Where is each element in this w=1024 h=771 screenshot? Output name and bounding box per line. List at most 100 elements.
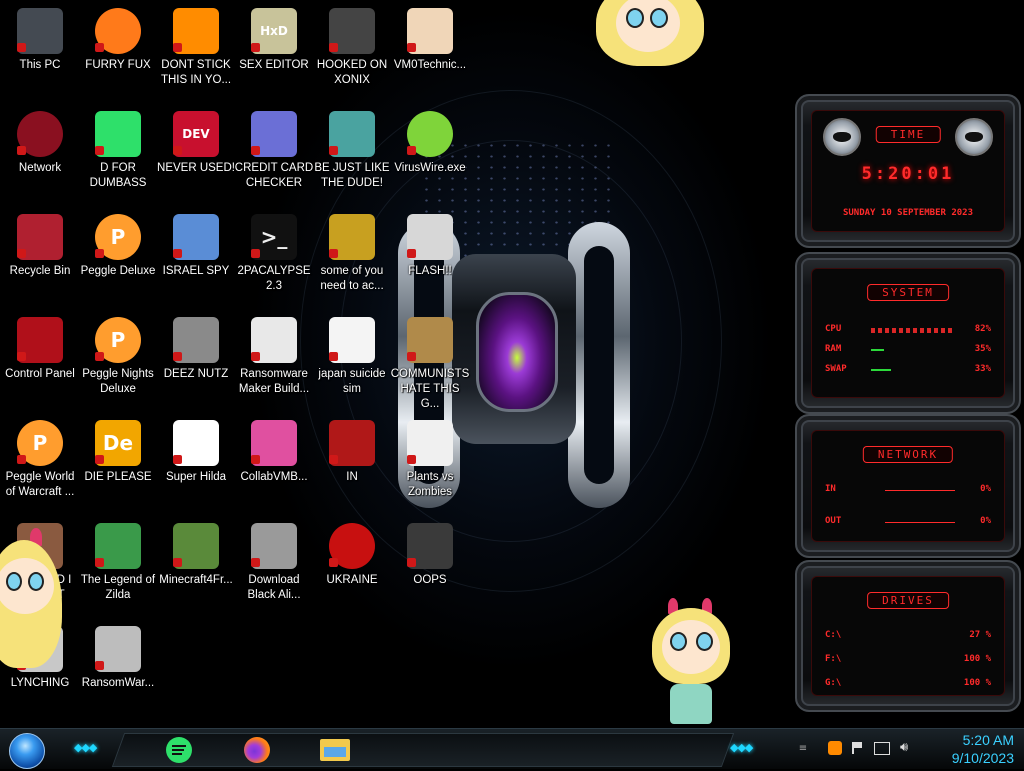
desktop-icon[interactable]: Ransomware Maker Build...	[234, 311, 314, 411]
desktop-icon[interactable]: >_ 2PACALYPSE 2.3	[234, 208, 314, 308]
shortcut-shield-icon	[251, 43, 260, 52]
shortcut-shield-icon	[95, 455, 104, 464]
shortcut-shield-icon	[17, 249, 26, 258]
desktop-icon[interactable]: Plants vs Zombies	[390, 414, 470, 514]
desktop-icon-label: Control Panel	[5, 368, 75, 380]
desktop-icon[interactable]: RansomWar...	[78, 620, 158, 720]
radiation-icon	[329, 523, 375, 569]
desktop-icon[interactable]: Control Panel	[0, 311, 80, 411]
shortcut-shield-icon	[251, 146, 260, 155]
system-widget[interactable]: SYSTEM CPU 82% RAM 35% SWAP 33%	[795, 252, 1021, 414]
desktop-icon-label: COMMUNISTS HATE THIS G...	[390, 368, 470, 410]
flower-icon	[407, 420, 453, 466]
desktop-icon[interactable]: BE JUST LIKE THE DUDE!	[312, 105, 392, 205]
desktop-icon[interactable]: Recycle Bin	[0, 208, 80, 308]
desktop: This PC FURRY FUX DONT STICK THIS IN YO...…	[0, 0, 1024, 728]
character-decoration-top	[592, 0, 708, 68]
desktop-icon[interactable]: ISRAEL SPY	[156, 208, 236, 308]
system-cpu-row: CPU 82%	[825, 324, 991, 338]
desktop-icon[interactable]: The Legend of Zilda	[78, 517, 158, 617]
desktop-icon[interactable]: japan suicide sim	[312, 311, 392, 411]
desktop-icon-label: This PC	[19, 59, 61, 71]
desktop-icon[interactable]: FLASH!!	[390, 208, 470, 308]
desktop-icon[interactable]: DEEZ NUTZ	[156, 311, 236, 411]
desktop-icon[interactable]: Minecraft4Fr...	[156, 517, 236, 617]
drive-f-label: F:\	[825, 654, 842, 664]
desktop-icon[interactable]: P Peggle World of Warcraft ...	[0, 414, 80, 514]
volume-icon[interactable]: 🔊︎	[900, 740, 908, 755]
desktop-icon-label: D FOR DUMBASS	[89, 162, 147, 189]
de-icon: De	[95, 420, 141, 466]
desktop-icon[interactable]: CREDIT CARD CHECKER	[234, 105, 314, 205]
desktop-icon[interactable]: This PC	[0, 2, 80, 102]
desktop-icon-label: Super Hilda	[165, 471, 227, 483]
collabvm-icon	[251, 420, 297, 466]
desktop-icon-label: SEX EDITOR	[239, 59, 309, 71]
wallpaper-right-bracket	[568, 222, 630, 508]
desktop-icon[interactable]: Network	[0, 105, 80, 205]
shortcut-shield-icon	[95, 146, 104, 155]
desktop-icon[interactable]: COMMUNISTS HATE THIS G...	[390, 311, 470, 411]
system-widget-title: SYSTEM	[867, 284, 949, 301]
discord-icon	[166, 737, 192, 763]
shortcut-shield-icon	[17, 352, 26, 361]
taskbar-clock[interactable]: 5:20 AM 9/10/2023	[928, 729, 1014, 771]
network-out-value: 0%	[980, 516, 991, 526]
desktop-icon[interactable]: VirusWire.exe	[390, 105, 470, 205]
firefox-icon	[95, 8, 141, 54]
flash-icon	[407, 214, 453, 260]
start-button[interactable]	[9, 733, 45, 769]
desktop-icon-label: Peggle Deluxe	[80, 265, 156, 277]
show-hidden-icons-icon[interactable]: ≡	[792, 743, 814, 755]
shortcut-shield-icon	[173, 455, 182, 464]
desktop-icon[interactable]: P Peggle Deluxe	[78, 208, 158, 308]
desktop-icon[interactable]: some of you need to ac...	[312, 208, 392, 308]
desktop-icon[interactable]: Super Hilda	[156, 414, 236, 514]
desktop-icon[interactable]: D FOR DUMBASS	[78, 105, 158, 205]
drive-g-label: G:\	[825, 678, 842, 688]
desktop-icon[interactable]: FURRY FUX	[78, 2, 158, 102]
alien-head-icon	[955, 118, 993, 156]
beaver-icon	[329, 214, 375, 260]
taskbar-file-explorer-button[interactable]	[318, 733, 352, 765]
flag-icon[interactable]	[852, 742, 864, 754]
taskbar-clock-date: 9/10/2023	[951, 750, 1014, 766]
drives-widget[interactable]: DRIVES C:\ 27 % F:\ 100 % G:\ 100 %	[795, 560, 1021, 712]
taskbar-firefox-button[interactable]	[240, 733, 272, 765]
desktop-icon[interactable]: IN	[312, 414, 392, 514]
shortcut-shield-icon	[17, 43, 26, 52]
desktop-icon-label: DEEZ NUTZ	[163, 368, 229, 380]
control-panel-icon	[17, 317, 63, 363]
shortcut-shield-icon	[407, 249, 416, 258]
document-icon	[329, 317, 375, 363]
desktop-icon[interactable]: Download Black Ali...	[234, 517, 314, 617]
sublime-icon[interactable]	[828, 741, 842, 755]
desktop-icon-label: Minecraft4Fr...	[159, 574, 233, 586]
pixel-character-icon	[173, 420, 219, 466]
shortcut-shield-icon	[329, 558, 338, 567]
character-decoration-left	[0, 528, 64, 668]
desktop-icon-label: ISRAEL SPY	[162, 265, 230, 277]
desktop-icon[interactable]: UKRAINE	[312, 517, 392, 617]
desktop-icon-label: Plants vs Zombies	[406, 471, 454, 498]
desktop-icon[interactable]: CollabVMB...	[234, 414, 314, 514]
system-ram-label: RAM	[825, 344, 842, 354]
system-swap-value: 33%	[974, 364, 991, 374]
peggle-icon: P	[17, 420, 63, 466]
network-icon[interactable]	[874, 742, 890, 755]
drive-f-value: 100 %	[963, 654, 991, 664]
desktop-icon[interactable]: VM0Technic...	[390, 2, 470, 102]
desktop-icon[interactable]: De DIE PLEASE	[78, 414, 158, 514]
credit-card-icon	[251, 111, 297, 157]
xonix-icon	[329, 8, 375, 54]
taskbar-discord-button[interactable]	[162, 733, 194, 765]
desktop-icon[interactable]: OOPS	[390, 517, 470, 617]
desktop-icon[interactable]: DEV NEVER USED!	[156, 105, 236, 205]
desktop-icon[interactable]: HOOKED ON XONIX	[312, 2, 392, 102]
network-widget[interactable]: NETWORK IN 0% OUT 0%	[795, 414, 1021, 558]
file-explorer-icon	[320, 739, 350, 761]
desktop-icon[interactable]: DONT STICK THIS IN YO...	[156, 2, 236, 102]
time-widget[interactable]: TIME 5:20:01 SUNDAY 10 SEPTEMBER 2023	[795, 94, 1021, 248]
desktop-icon[interactable]: HxD SEX EDITOR	[234, 2, 314, 102]
desktop-icon[interactable]: P Peggle Nights Deluxe	[78, 311, 158, 411]
